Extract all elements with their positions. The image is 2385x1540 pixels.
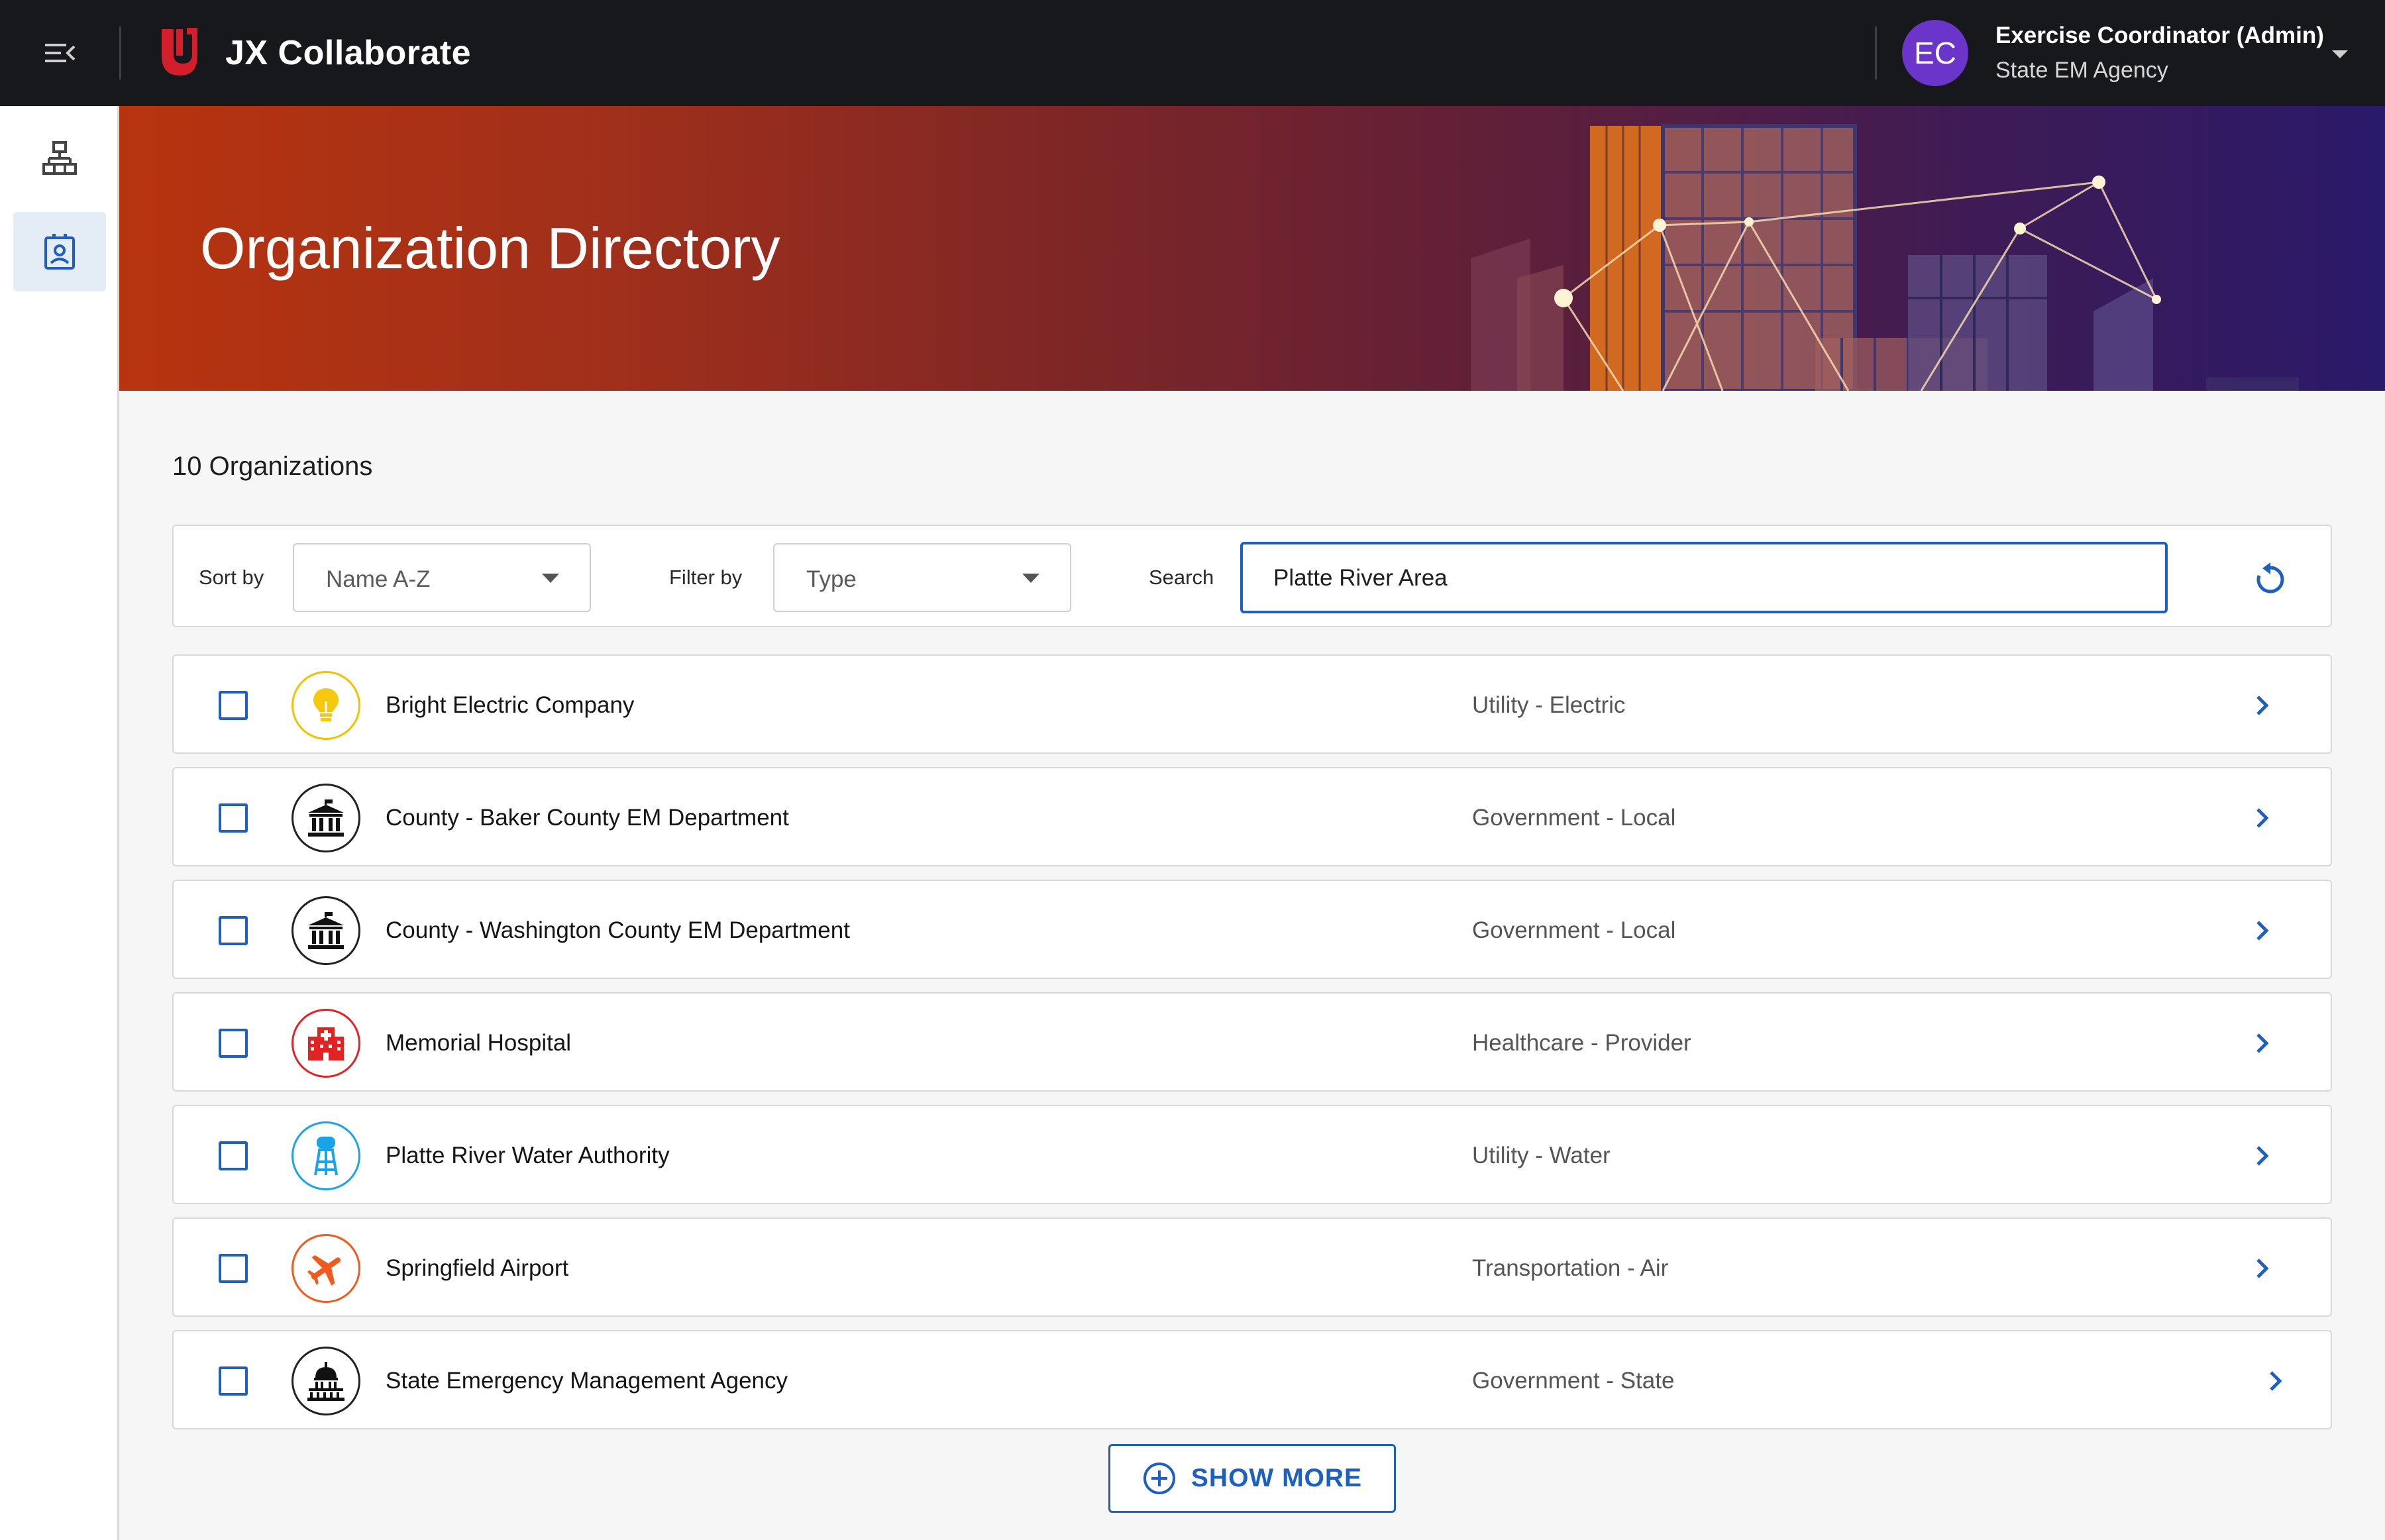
add-circle-icon	[1143, 1463, 1175, 1494]
chevron-right-icon[interactable]	[2247, 1028, 2278, 1058]
nav-item-organization-structure[interactable]	[13, 119, 106, 199]
org-type: Government - Local	[1472, 805, 1676, 831]
show-more-button[interactable]: SHOW MORE	[1108, 1444, 1396, 1513]
airplane-icon	[307, 1255, 341, 1286]
city-network-illustration	[1471, 124, 2299, 391]
org-type: Healthcare - Provider	[1472, 1030, 1691, 1056]
courthouse-icon	[308, 912, 344, 949]
search-input-value: Platte River Area	[1273, 565, 1448, 591]
row-checkbox[interactable]	[219, 803, 248, 833]
chevron-right-icon[interactable]	[2247, 690, 2278, 721]
list-item[interactable]: Memorial Hospital Healthcare - Provider	[172, 992, 2332, 1092]
caret-down-icon	[542, 574, 559, 583]
chevron-right-icon[interactable]	[2260, 1366, 2291, 1396]
org-avatar	[292, 784, 360, 852]
org-avatar	[292, 1121, 360, 1190]
org-name: State Emergency Management Agency	[386, 1368, 788, 1394]
list-item[interactable]: State Emergency Management Agency Govern…	[172, 1330, 2332, 1429]
side-nav	[0, 106, 119, 1540]
app-title: JX Collaborate	[225, 34, 472, 72]
hero-banner: Organization Directory	[119, 106, 2385, 391]
menu-collapse-icon	[45, 44, 76, 62]
chevron-right-icon[interactable]	[2247, 1141, 2278, 1171]
user-avatar[interactable]: EC	[1902, 20, 1968, 86]
courthouse-icon	[308, 799, 344, 837]
filter-label: Filter by	[669, 566, 743, 589]
row-checkbox[interactable]	[219, 1254, 248, 1283]
search-label: Search	[1149, 566, 1214, 589]
contact-card-icon	[44, 234, 75, 270]
org-type: Government - Local	[1472, 917, 1676, 943]
capitol-icon	[307, 1362, 344, 1401]
type-filter-value: Type	[806, 566, 857, 592]
water-tower-icon	[314, 1137, 338, 1176]
org-avatar	[292, 1009, 360, 1078]
top-app-bar: JX Collaborate EC Exercise Coordinator (…	[0, 0, 2385, 106]
org-avatar	[292, 671, 360, 740]
toolbar-divider	[119, 26, 121, 79]
list-item[interactable]: Bright Electric Company Utility - Electr…	[172, 654, 2332, 754]
row-checkbox[interactable]	[219, 1141, 248, 1170]
reset-filters-button[interactable]	[2247, 555, 2294, 601]
search-input[interactable]: Platte River Area	[1240, 542, 2168, 613]
nav-item-organization-directory[interactable]	[13, 212, 106, 291]
list-item[interactable]: Platte River Water Authority Utility - W…	[172, 1105, 2332, 1204]
list-item[interactable]: County - Baker County EM Department Gove…	[172, 767, 2332, 866]
org-type: Utility - Water	[1472, 1143, 1611, 1168]
org-chart-icon	[42, 141, 77, 175]
user-organization: State EM Agency	[1995, 58, 2168, 83]
org-name: Memorial Hospital	[386, 1030, 572, 1056]
page-title: Organization Directory	[200, 215, 780, 281]
lightbulb-icon	[313, 688, 339, 721]
org-name: Bright Electric Company	[386, 692, 635, 718]
row-checkbox[interactable]	[219, 691, 248, 720]
row-checkbox[interactable]	[219, 1366, 248, 1396]
org-name: Springfield Airport	[386, 1255, 569, 1281]
toolbar-divider	[1875, 26, 1877, 79]
list-item[interactable]: County - Washington County EM Department…	[172, 880, 2332, 979]
sort-label: Sort by	[199, 566, 264, 589]
org-type: Government - State	[1472, 1368, 1675, 1394]
row-checkbox[interactable]	[219, 1029, 248, 1058]
chevron-down-icon[interactable]	[2327, 44, 2353, 64]
org-avatar	[292, 896, 360, 965]
row-checkbox[interactable]	[219, 916, 248, 945]
chevron-right-icon[interactable]	[2247, 803, 2278, 833]
hospital-icon	[308, 1027, 344, 1060]
type-filter-select[interactable]: Type	[773, 543, 1071, 612]
sort-select[interactable]: Name A-Z	[293, 543, 591, 612]
app-logo-icon	[162, 28, 197, 76]
refresh-icon	[2256, 562, 2284, 593]
user-name[interactable]: Exercise Coordinator (Admin)	[1995, 23, 2324, 49]
filter-toolbar: Sort by Name A-Z Filter by Type Search P…	[172, 525, 2332, 627]
org-type: Transportation - Air	[1472, 1255, 1669, 1281]
chevron-right-icon[interactable]	[2247, 1253, 2278, 1284]
list-item[interactable]: Springfield Airport Transportation - Air	[172, 1217, 2332, 1317]
sort-select-value: Name A-Z	[326, 566, 431, 592]
chevron-right-icon[interactable]	[2247, 915, 2278, 946]
menu-collapse-button[interactable]	[33, 30, 86, 76]
org-avatar	[292, 1234, 360, 1303]
org-name: County - Baker County EM Department	[386, 805, 789, 831]
org-name: County - Washington County EM Department	[386, 917, 850, 943]
org-name: Platte River Water Authority	[386, 1143, 670, 1168]
show-more-label: SHOW MORE	[1191, 1464, 1363, 1492]
org-type: Utility - Electric	[1472, 692, 1626, 718]
organization-count: 10 Organizations	[172, 452, 373, 481]
caret-down-icon	[1022, 574, 1039, 583]
org-avatar	[292, 1347, 360, 1415]
